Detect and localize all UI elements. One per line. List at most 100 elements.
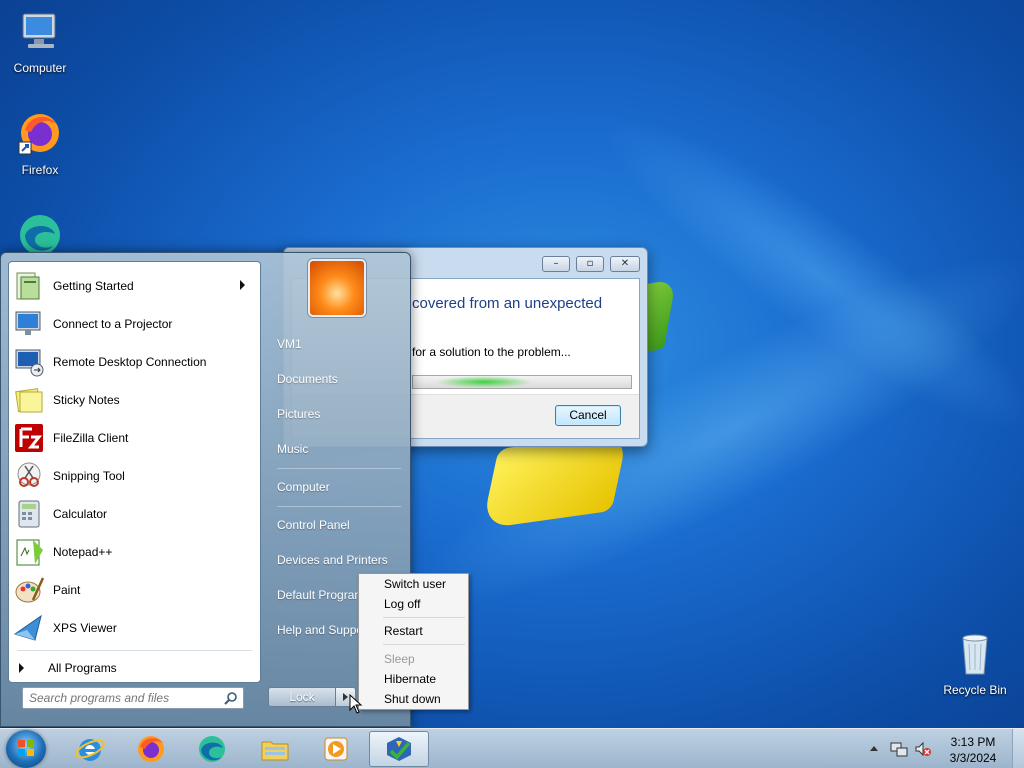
program-connect-projector[interactable]: Connect to a Projector xyxy=(13,306,257,342)
minimize-button[interactable]: – xyxy=(542,256,570,272)
internet-explorer-icon xyxy=(75,739,105,761)
desktop-icon-computer[interactable]: Computer xyxy=(2,8,78,75)
calculator-icon xyxy=(18,500,40,528)
program-label: Sticky Notes xyxy=(53,393,120,407)
start-link-control-panel[interactable]: Control Panel xyxy=(269,511,405,539)
program-label: Getting Started xyxy=(53,279,134,293)
taskbar-edge[interactable] xyxy=(182,731,242,767)
taskbar-internet-explorer[interactable] xyxy=(60,731,120,767)
getting-started-icon xyxy=(16,272,40,300)
clock[interactable]: 3:13 PM 3/3/2024 xyxy=(942,734,1004,766)
desktop-icon-label: Computer xyxy=(13,61,67,75)
filezilla-icon xyxy=(15,424,43,452)
program-label: XPS Viewer xyxy=(53,621,117,635)
program-label: Paint xyxy=(53,583,81,597)
divider xyxy=(17,650,252,651)
search-input[interactable] xyxy=(29,690,219,706)
program-remote-desktop[interactable]: Remote Desktop Connection xyxy=(13,344,257,380)
network-icon[interactable] xyxy=(890,741,908,757)
program-xps-viewer[interactable]: XPS Viewer xyxy=(13,610,257,646)
show-hidden-icons-icon[interactable] xyxy=(869,744,879,752)
computer-icon xyxy=(22,13,56,48)
all-programs-label: All Programs xyxy=(48,661,117,675)
program-filezilla[interactable]: FileZilla Client xyxy=(13,420,257,456)
desktop-icon-recycle-bin[interactable]: Recycle Bin xyxy=(937,630,1013,697)
menu-item-restart[interactable]: Restart xyxy=(359,621,468,641)
edge-icon xyxy=(199,736,225,762)
taskbar-media-player[interactable] xyxy=(306,731,366,767)
close-button[interactable]: ✕ xyxy=(610,256,640,272)
remote-desktop-icon xyxy=(15,349,44,377)
start-link-music[interactable]: Music xyxy=(269,435,405,463)
paint-icon xyxy=(15,577,45,603)
clock-date: 3/3/2024 xyxy=(949,751,997,765)
program-label: Notepad++ xyxy=(53,545,113,559)
projector-icon xyxy=(15,311,41,335)
dialog-heading: covered from an unexpected xyxy=(412,295,603,312)
snipping-tool-icon xyxy=(17,462,41,487)
program-paint[interactable]: Paint xyxy=(13,572,257,608)
program-label: Connect to a Projector xyxy=(53,317,173,331)
sticky-notes-icon xyxy=(15,388,43,413)
user-avatar[interactable] xyxy=(308,259,366,317)
menu-item-switch-user[interactable]: Switch user xyxy=(359,574,468,594)
menu-item-sleep: Sleep xyxy=(384,652,415,666)
taskbar: 3:13 PM 3/3/2024 xyxy=(0,728,1024,768)
submenu-arrow-icon xyxy=(240,280,245,290)
search-icon[interactable] xyxy=(224,691,238,705)
windows-logo-icon xyxy=(18,740,34,756)
progress-bar xyxy=(412,375,632,389)
taskbar-file-explorer[interactable] xyxy=(245,731,305,767)
program-getting-started[interactable]: Getting Started xyxy=(13,268,257,304)
start-button[interactable] xyxy=(6,730,46,768)
start-menu: Getting Started Connect to a Projector R… xyxy=(0,252,411,727)
power-options-menu: Switch user Log off Restart Sleep Hibern… xyxy=(358,573,469,710)
lock-button[interactable]: Lock xyxy=(268,687,336,707)
program-notepadpp[interactable]: Notepad++ xyxy=(13,534,257,570)
firefox-icon xyxy=(138,736,164,762)
chevron-right-icon xyxy=(343,693,348,701)
divider xyxy=(383,617,465,618)
program-label: FileZilla Client xyxy=(53,431,129,445)
show-desktop-button[interactable] xyxy=(1012,729,1024,768)
program-label: Snipping Tool xyxy=(53,469,125,483)
program-label: Calculator xyxy=(53,507,108,521)
divider xyxy=(277,468,401,469)
volume-muted-icon[interactable] xyxy=(914,741,932,757)
dialog-status-text: for a solution to the problem... xyxy=(412,345,571,359)
start-link-vm1[interactable]: VM1 xyxy=(269,330,405,358)
program-sticky-notes[interactable]: Sticky Notes xyxy=(13,382,257,418)
notepadpp-icon xyxy=(16,539,43,566)
desktop-icon-label: Firefox xyxy=(21,163,59,177)
progress-marquee xyxy=(434,376,533,388)
program-label: Remote Desktop Connection xyxy=(53,355,207,369)
cancel-button[interactable]: Cancel xyxy=(555,405,621,426)
mouse-cursor-icon xyxy=(349,694,363,714)
firefox-icon xyxy=(18,114,59,155)
menu-item-log-off[interactable]: Log off xyxy=(359,594,468,614)
taskbar-firefox[interactable] xyxy=(121,731,181,767)
recycle-bin-icon xyxy=(962,634,988,675)
all-programs-button[interactable]: All Programs xyxy=(19,658,117,678)
restore-button[interactable]: ▫ xyxy=(576,256,604,272)
desktop-icon-label: Recycle Bin xyxy=(943,683,1007,697)
clock-time: 3:13 PM xyxy=(950,735,996,749)
program-calculator[interactable]: Calculator xyxy=(13,496,257,532)
start-link-documents[interactable]: Documents xyxy=(269,365,405,393)
start-link-computer[interactable]: Computer xyxy=(269,473,405,501)
divider xyxy=(277,506,401,507)
menu-item-hibernate[interactable]: Hibernate xyxy=(359,669,468,689)
file-explorer-icon xyxy=(261,741,289,761)
start-link-pictures[interactable]: Pictures xyxy=(269,400,405,428)
desktop-icon-firefox[interactable]: Firefox xyxy=(2,110,78,177)
menu-item-shut-down[interactable]: Shut down xyxy=(359,689,468,709)
media-player-icon xyxy=(324,737,348,761)
start-menu-programs-pane: Getting Started Connect to a Projector R… xyxy=(8,261,261,683)
start-link-devices-printers[interactable]: Devices and Printers xyxy=(269,546,405,574)
all-programs-arrow-icon xyxy=(19,663,24,673)
divider xyxy=(383,644,465,645)
program-snipping-tool[interactable]: Snipping Tool xyxy=(13,458,257,494)
action-center-app-icon xyxy=(387,737,411,761)
search-box xyxy=(22,687,244,709)
taskbar-action-center-app[interactable] xyxy=(369,731,429,767)
